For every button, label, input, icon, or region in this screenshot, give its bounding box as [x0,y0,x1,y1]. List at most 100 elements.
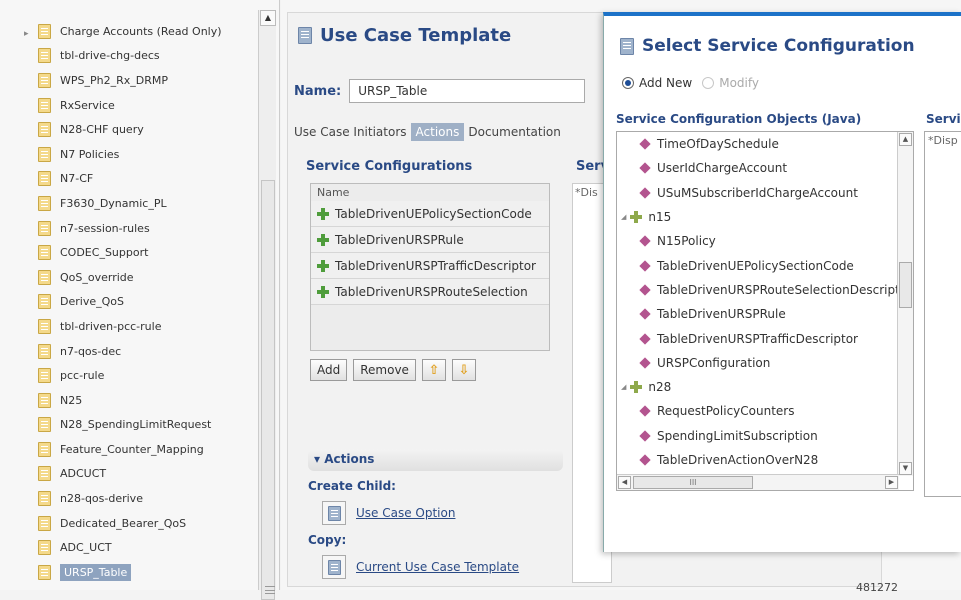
service-config-row[interactable]: TableDrivenURSPTrafficDescriptor [311,253,549,279]
tree-item-label: Derive_QoS [60,295,124,309]
tree-class-node[interactable]: RequestPolicyCounters [617,399,913,423]
actions-section: ▾ Actions Create Child: Use Case Option … [308,449,563,579]
tree-item[interactable]: WPS_Ph2_Rx_DRMP [0,68,279,93]
arrow-down-icon[interactable]: ⇩ [451,359,476,381]
radio-selected-icon [622,77,634,89]
tree-item[interactable]: ADC_UCT [0,535,279,560]
tree-item[interactable]: Dedicated_Bearer_QoS [0,511,279,536]
scroll-up-arrow-icon[interactable]: ▲ [260,10,276,26]
tree-class-node[interactable]: TableDrivenURSPRule [617,302,913,326]
scrollbar-thumb[interactable] [261,180,275,600]
tree-item-label: Dedicated_Bearer_QoS [60,516,187,530]
tree-item[interactable]: n7-qos-dec [0,339,279,364]
tree-class-node[interactable]: UserIdChargeAccount [617,156,913,180]
modify-radio[interactable]: Modify [702,76,759,90]
tree-item[interactable]: Charge Accounts (Read Only) [0,19,279,44]
expand-caret-icon[interactable]: ▸ [24,29,29,39]
tree-item[interactable]: F3630_Dynamic_PL [0,191,279,216]
tree-item[interactable]: n28-qos-derive [0,486,279,511]
tree-item[interactable]: Feature_Counter_Mapping [0,437,279,462]
tab-actions[interactable]: Actions [410,123,465,141]
scroll-right-arrow-icon[interactable]: ▶ [885,476,898,489]
add-button[interactable]: Add [310,359,348,381]
list-header: Name [317,186,350,199]
tree-package-node[interactable]: ◢ n15 [617,205,913,229]
use-case-option-link[interactable]: Use Case Option [356,506,455,520]
tree-item[interactable]: n7-session-rules [0,216,279,241]
tree-item[interactable]: pcc-rule [0,363,279,388]
tree-item[interactable]: N7 Policies [0,142,279,167]
service-config-label: TableDrivenURSPRule [335,232,464,247]
tree-item[interactable]: URSP_Table [0,560,279,585]
scrollbar-thumb[interactable] [899,262,912,308]
use-case-option-icon[interactable] [322,501,346,525]
scroll-down-arrow-icon[interactable]: ▼ [899,462,912,475]
tree-item-label: RxService [60,98,115,112]
tree-class-node[interactable]: TableDrivenURSPTrafficDescriptor [617,326,913,350]
tree-horizontal-scrollbar[interactable]: ◀ III ▶ [617,474,899,490]
service-details-box[interactable]: *Disp [924,131,961,497]
use-case-template-icon [38,466,51,482]
use-case-template-icon [38,540,51,556]
tree-scrollbar[interactable]: ▲ [258,10,276,600]
scroll-up-arrow-icon[interactable]: ▲ [899,133,912,146]
tree-item[interactable]: N25 [0,388,279,413]
arrow-up-icon[interactable]: ⇧ [421,359,446,381]
use-case-template-icon [38,72,51,88]
service-object-tree[interactable]: TimeOfDaySchedule UserIdChargeAccount USuM… [616,131,914,491]
actions-accordion-header[interactable]: ▾ Actions [308,449,563,471]
tree-class-node[interactable]: SpendingLimitSubscription [617,424,913,448]
tree-class-node[interactable]: USuMSubscriberIdChargeAccount [617,181,913,205]
tree-vertical-scrollbar[interactable]: ▲ ▼ [897,132,913,476]
tree-item[interactable]: RxService [0,93,279,118]
service-config-row[interactable]: TableDrivenUEPolicySectionCode [311,201,549,227]
name-input[interactable] [349,79,586,103]
tree-item[interactable]: N28-CHF query [0,117,279,142]
tree-item-label: Feature_Counter_Mapping [60,442,204,456]
tree-item[interactable]: N7-CF [0,167,279,192]
tree-item[interactable]: Derive_QoS [0,290,279,315]
tree-item-label: ADC_UCT [60,541,112,555]
tree-package-node[interactable]: ◢ n28 [617,375,913,399]
tab-bar: Use Case Initiators Actions Documentation [294,123,561,141]
select-service-configuration-dialog: Select Service Configuration Add New Mod… [603,12,961,552]
copy-template-icon[interactable] [322,555,346,579]
tree-item[interactable]: CODEC_Support [0,240,279,265]
collapse-caret-icon[interactable]: ◢ [621,213,626,221]
current-use-case-template-link[interactable]: Current Use Case Template [356,560,519,574]
service-config-row[interactable]: TableDrivenURSPRouteSelection [311,279,549,305]
copy-row: Current Use Case Template [322,555,563,579]
tree-item[interactable]: ADCUCT [0,462,279,487]
package-icon [630,381,643,394]
tree-node-label: SpendingLimitSubscription [657,428,818,443]
add-new-radio[interactable]: Add New [622,76,692,90]
tree-item[interactable]: QoS_override [0,265,279,290]
tree-item[interactable]: tbl-driven-pcc-rule [0,314,279,339]
service-configurations-list[interactable]: Name TableDrivenUEPolicySectionCode Table… [310,183,550,351]
tree-class-node[interactable]: TableDrivenURSPRouteSelectionDescriptor [617,278,913,302]
tree-class-node[interactable]: TableDrivenUEPolicySectionCode [617,253,913,277]
service-config-row[interactable]: TableDrivenURSPRule [311,227,549,253]
package-icon [630,211,643,224]
use-case-template-icon [38,245,51,261]
tree-class-node[interactable]: TableDrivenActionOverN28 [617,448,913,472]
copy-label: Copy: [308,533,347,547]
tab-documentation[interactable]: Documentation [468,125,561,139]
tree-class-node[interactable]: N15Policy [617,229,913,253]
remove-button[interactable]: Remove [353,359,416,381]
collapse-caret-icon[interactable]: ◢ [621,383,626,391]
document-icon [620,37,634,55]
tree-item[interactable]: tbl-drive-chg-decs [0,44,279,69]
tree-item-label: n7-qos-dec [60,344,122,358]
scrollbar-thumb[interactable]: III [633,476,753,489]
tree-class-node[interactable]: URSPConfiguration [617,351,913,375]
modify-label: Modify [719,76,759,90]
class-diamond-icon [639,430,651,442]
tree-class-node[interactable]: TimeOfDaySchedule [617,132,913,156]
scroll-left-arrow-icon[interactable]: ◀ [618,476,631,489]
class-diamond-icon [639,235,651,247]
tree-item[interactable]: N28_SpendingLimitRequest [0,413,279,438]
tree-node-label: TableDrivenURSPTrafficDescriptor [657,331,858,346]
tab-use-case-initiators[interactable]: Use Case Initiators [294,125,407,139]
radio-empty-icon [702,77,715,89]
